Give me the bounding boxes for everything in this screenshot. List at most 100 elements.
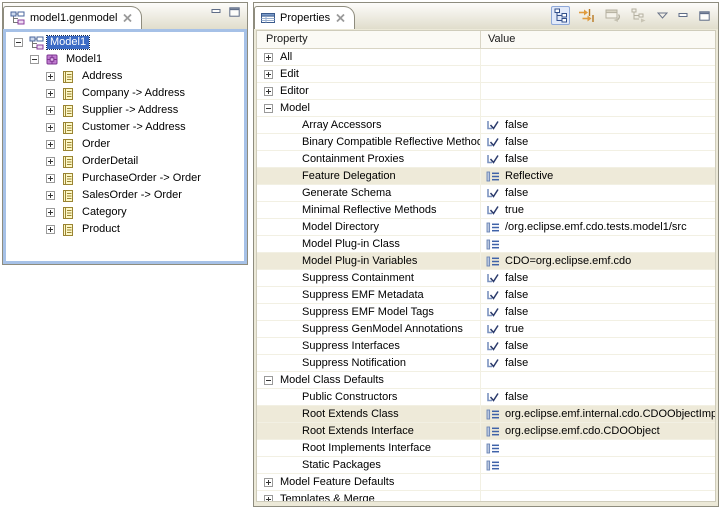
property-value-cell[interactable]: Reflective <box>481 168 715 184</box>
expand-toggle-icon[interactable] <box>264 87 273 96</box>
column-header-property[interactable]: Property <box>257 31 481 48</box>
category-row-edit[interactable]: Edit <box>257 66 715 83</box>
property-row-feature-delegation[interactable]: Feature DelegationReflective <box>257 168 715 185</box>
show-categories-button[interactable] <box>551 6 570 25</box>
property-value-cell[interactable] <box>481 236 715 252</box>
property-value-cell[interactable]: false <box>481 151 715 167</box>
collapse-toggle-icon[interactable] <box>264 104 273 113</box>
tree-item-company-address[interactable]: Company -> Address <box>6 85 244 102</box>
property-value-cell[interactable]: false <box>481 389 715 405</box>
property-row-suppress-containment[interactable]: Suppress Containment false <box>257 270 715 287</box>
category-row-templates-merge[interactable]: Templates & Merge <box>257 491 715 502</box>
tree-item-supplier-address[interactable]: Supplier -> Address <box>6 102 244 119</box>
expand-toggle-icon[interactable] <box>46 208 55 217</box>
maximize-button[interactable] <box>697 9 712 23</box>
property-row-minimal-reflective-methods[interactable]: Minimal Reflective Methodstrue <box>257 202 715 219</box>
tree-item-purchaseorder-order[interactable]: PurchaseOrder -> Order <box>6 170 244 187</box>
property-value-cell[interactable]: false <box>481 338 715 354</box>
property-row-suppress-emf-metadata[interactable]: Suppress EMF Metadatafalse <box>257 287 715 304</box>
category-row-editor[interactable]: Editor <box>257 83 715 100</box>
property-name-cell: Root Extends Class <box>257 406 481 422</box>
property-name-cell: Suppress Notification <box>257 355 481 371</box>
tree-item-label: Company -> Address <box>79 87 188 100</box>
tree-item-orderdetail[interactable]: OrderDetail <box>6 153 244 170</box>
property-value-cell[interactable]: false <box>481 355 715 371</box>
property-row-model-directory[interactable]: Model Directory/org.eclipse.emf.cdo.test… <box>257 219 715 236</box>
close-icon[interactable] <box>122 13 133 23</box>
property-value-cell[interactable]: false <box>481 134 715 150</box>
column-header-value[interactable]: Value <box>481 31 715 48</box>
property-row-suppress-emf-model-tags[interactable]: Suppress EMF Model Tagsfalse <box>257 304 715 321</box>
tree-item-salesorder-order[interactable]: SalesOrder -> Order <box>6 187 244 204</box>
minimize-icon[interactable] <box>211 7 222 17</box>
class-icon <box>60 155 76 169</box>
property-row-generate-schema[interactable]: Generate Schemafalse <box>257 185 715 202</box>
category-row-model[interactable]: Model <box>257 100 715 117</box>
maximize-icon[interactable] <box>229 7 240 17</box>
expand-toggle-icon[interactable] <box>46 72 55 81</box>
property-row-root-implements-interface[interactable]: Root Implements Interface <box>257 440 715 457</box>
property-row-array-accessors[interactable]: Array Accessorsfalse <box>257 117 715 134</box>
property-row-public-constructors[interactable]: Public Constructorsfalse <box>257 389 715 406</box>
close-icon[interactable] <box>335 13 346 23</box>
tree-item-category[interactable]: Category <box>6 204 244 221</box>
property-row-suppress-genmodel-annotations[interactable]: Suppress GenModel Annotationstrue <box>257 321 715 338</box>
property-value-text: Reflective <box>505 170 553 182</box>
property-value-cell[interactable] <box>481 457 715 473</box>
property-value-cell[interactable]: true <box>481 202 715 218</box>
tree-item-model1[interactable]: Model1 <box>6 51 244 68</box>
tree-item-product[interactable]: Product <box>6 221 244 238</box>
expand-toggle-icon[interactable] <box>264 478 273 487</box>
show-advanced-properties-button[interactable] <box>576 6 597 25</box>
tree-item-order[interactable]: Order <box>6 136 244 153</box>
expand-toggle-icon[interactable] <box>46 225 55 234</box>
category-row-all[interactable]: All <box>257 49 715 66</box>
collapse-toggle-icon[interactable] <box>14 38 23 47</box>
property-value-cell[interactable] <box>481 440 715 456</box>
property-value-cell[interactable]: org.eclipse.emf.internal.cdo.CDOObjectIm… <box>481 406 715 422</box>
expand-toggle-icon[interactable] <box>46 157 55 166</box>
expand-toggle-icon[interactable] <box>46 174 55 183</box>
class-icon <box>60 70 76 84</box>
tab-model1-genmodel[interactable]: model1.genmodel <box>3 6 142 29</box>
tab-properties[interactable]: Properties <box>254 6 355 29</box>
tree-item-address[interactable]: Address <box>6 68 244 85</box>
property-value-cell[interactable]: false <box>481 185 715 201</box>
property-value-cell[interactable]: /org.eclipse.emf.cdo.tests.model1/src <box>481 219 715 235</box>
property-value-cell[interactable]: org.eclipse.emf.cdo.CDOObject <box>481 423 715 439</box>
tree-item-model1[interactable]: Model1 <box>6 34 244 51</box>
property-value-cell[interactable]: false <box>481 270 715 286</box>
property-value-cell[interactable]: false <box>481 287 715 303</box>
collapse-toggle-icon[interactable] <box>30 55 39 64</box>
property-label: Suppress Containment <box>302 272 414 284</box>
category-row-model-feature-defaults[interactable]: Model Feature Defaults <box>257 474 715 491</box>
expand-toggle-icon[interactable] <box>264 70 273 79</box>
property-value-text: false <box>505 187 528 199</box>
expand-toggle-icon[interactable] <box>46 191 55 200</box>
expand-toggle-icon[interactable] <box>46 140 55 149</box>
view-menu-button[interactable] <box>655 10 670 21</box>
tree-item-customer-address[interactable]: Customer -> Address <box>6 119 244 136</box>
property-row-containment-proxies[interactable]: Containment Proxiesfalse <box>257 151 715 168</box>
property-row-suppress-interfaces[interactable]: Suppress Interfacesfalse <box>257 338 715 355</box>
minimize-button[interactable] <box>676 9 691 23</box>
property-row-model-plug-in-variables[interactable]: Model Plug-in VariablesCDO=org.eclipse.e… <box>257 253 715 270</box>
property-value-cell[interactable]: CDO=org.eclipse.emf.cdo <box>481 253 715 269</box>
property-value-cell[interactable]: true <box>481 321 715 337</box>
expand-toggle-icon[interactable] <box>46 89 55 98</box>
property-row-root-extends-interface[interactable]: Root Extends Interfaceorg.eclipse.emf.cd… <box>257 423 715 440</box>
property-row-binary-compatible-reflective-methods[interactable]: Binary Compatible Reflective Methodsfals… <box>257 134 715 151</box>
boolean-value-icon <box>486 120 500 131</box>
property-value-cell[interactable]: false <box>481 117 715 133</box>
property-row-static-packages[interactable]: Static Packages <box>257 457 715 474</box>
expand-toggle-icon[interactable] <box>264 495 273 503</box>
expand-toggle-icon[interactable] <box>46 123 55 132</box>
expand-toggle-icon[interactable] <box>46 106 55 115</box>
collapse-toggle-icon[interactable] <box>264 376 273 385</box>
category-row-model-class-defaults[interactable]: Model Class Defaults <box>257 372 715 389</box>
expand-toggle-icon[interactable] <box>264 53 273 62</box>
property-value-cell[interactable]: false <box>481 304 715 320</box>
property-row-root-extends-class[interactable]: Root Extends Classorg.eclipse.emf.intern… <box>257 406 715 423</box>
property-row-suppress-notification[interactable]: Suppress Notificationfalse <box>257 355 715 372</box>
property-row-model-plug-in-class[interactable]: Model Plug-in Class <box>257 236 715 253</box>
